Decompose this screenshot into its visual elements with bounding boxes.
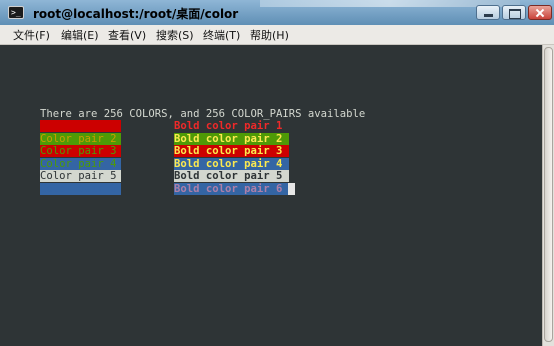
menu-view[interactable]: 查看(V) bbox=[108, 27, 146, 43]
window-title-bar[interactable]: >_ root@localhost:/root/桌面/color bbox=[0, 0, 554, 25]
scrollbar-thumb[interactable] bbox=[544, 47, 553, 342]
terminal-area[interactable] bbox=[0, 45, 542, 346]
menu-bar: 文件(F) 编辑(E) 查看(V) 搜索(S) 终端(T) 帮助(H) bbox=[0, 25, 554, 45]
vertical-scrollbar[interactable] bbox=[542, 45, 554, 346]
terminal-header-line: There are 256 COLORS, and 256 COLOR_PAIR… bbox=[40, 108, 366, 120]
color-pair-3-normal: Color pair 3 bbox=[40, 145, 121, 157]
color-pair-4-bold: Bold color pair 4 bbox=[174, 158, 289, 170]
color-pair-5-normal: Color pair 5 bbox=[40, 170, 121, 182]
color-pair-3-bold: Bold color pair 3 bbox=[174, 145, 289, 157]
terminal-icon: >_ bbox=[8, 6, 24, 19]
menu-search[interactable]: 搜索(S) bbox=[156, 27, 194, 43]
color-pair-6-bold: Bold color pair 6 bbox=[174, 183, 289, 195]
menu-edit[interactable]: 编辑(E) bbox=[61, 27, 99, 43]
menu-file[interactable]: 文件(F) bbox=[13, 27, 50, 43]
menu-help[interactable]: 帮助(H) bbox=[250, 27, 289, 43]
color-pair-4-normal: Color pair 4 bbox=[40, 158, 121, 170]
close-icon[interactable] bbox=[528, 5, 552, 20]
color-pair-5-bold: Bold color pair 5 bbox=[174, 170, 289, 182]
color-pair-6-normal: Color pair 6 bbox=[40, 183, 121, 195]
minimize-icon[interactable] bbox=[476, 5, 500, 20]
menu-terminal[interactable]: 终端(T) bbox=[203, 27, 240, 43]
color-pair-1-normal: Color pair 1 bbox=[40, 120, 121, 132]
window-title: root@localhost:/root/桌面/color bbox=[33, 7, 239, 21]
color-pair-2-normal: Color pair 2 bbox=[40, 133, 121, 145]
terminal-cursor bbox=[288, 183, 295, 195]
maximize-icon[interactable] bbox=[502, 5, 526, 20]
color-pair-1-bold: Bold color pair 1 bbox=[174, 120, 289, 132]
color-pair-2-bold: Bold color pair 2 bbox=[174, 133, 289, 145]
